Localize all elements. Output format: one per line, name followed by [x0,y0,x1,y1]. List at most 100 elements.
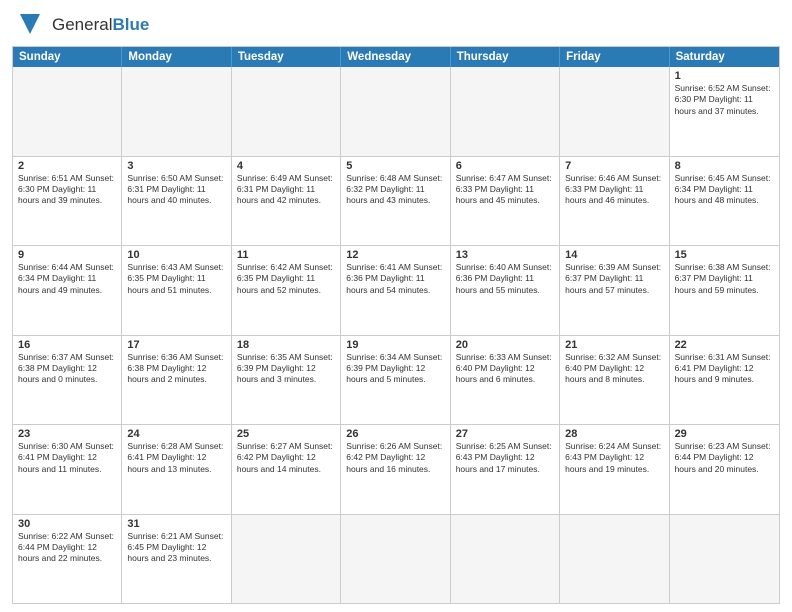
header: GeneralBlue [12,10,780,40]
day-number: 7 [565,160,663,172]
day-info: Sunrise: 6:38 AM Sunset: 6:37 PM Dayligh… [675,262,774,296]
day-number: 27 [456,428,554,440]
week-row-0: 1Sunrise: 6:52 AM Sunset: 6:30 PM Daylig… [13,67,779,157]
day-info: Sunrise: 6:52 AM Sunset: 6:30 PM Dayligh… [675,83,774,117]
day-info: Sunrise: 6:28 AM Sunset: 6:41 PM Dayligh… [127,441,225,475]
cal-cell: 19Sunrise: 6:34 AM Sunset: 6:39 PM Dayli… [341,336,450,425]
header-day-saturday: Saturday [670,47,779,67]
day-info: Sunrise: 6:24 AM Sunset: 6:43 PM Dayligh… [565,441,663,475]
day-number: 29 [675,428,774,440]
cal-cell: 24Sunrise: 6:28 AM Sunset: 6:41 PM Dayli… [122,425,231,514]
day-number: 3 [127,160,225,172]
day-number: 25 [237,428,335,440]
cal-cell: 29Sunrise: 6:23 AM Sunset: 6:44 PM Dayli… [670,425,779,514]
cal-cell [670,515,779,604]
day-info: Sunrise: 6:21 AM Sunset: 6:45 PM Dayligh… [127,531,225,565]
cal-cell [341,67,450,156]
header-day-monday: Monday [122,47,231,67]
day-number: 24 [127,428,225,440]
cal-cell [560,515,669,604]
cal-cell: 22Sunrise: 6:31 AM Sunset: 6:41 PM Dayli… [670,336,779,425]
day-number: 14 [565,249,663,261]
day-number: 20 [456,339,554,351]
day-number: 16 [18,339,116,351]
cal-cell: 17Sunrise: 6:36 AM Sunset: 6:38 PM Dayli… [122,336,231,425]
cal-cell: 6Sunrise: 6:47 AM Sunset: 6:33 PM Daylig… [451,157,560,246]
day-number: 21 [565,339,663,351]
day-info: Sunrise: 6:40 AM Sunset: 6:36 PM Dayligh… [456,262,554,296]
day-info: Sunrise: 6:51 AM Sunset: 6:30 PM Dayligh… [18,173,116,207]
day-info: Sunrise: 6:34 AM Sunset: 6:39 PM Dayligh… [346,352,444,386]
cal-cell: 28Sunrise: 6:24 AM Sunset: 6:43 PM Dayli… [560,425,669,514]
day-number: 10 [127,249,225,261]
logo: GeneralBlue [12,10,149,40]
cal-cell: 10Sunrise: 6:43 AM Sunset: 6:35 PM Dayli… [122,246,231,335]
day-info: Sunrise: 6:47 AM Sunset: 6:33 PM Dayligh… [456,173,554,207]
day-number: 8 [675,160,774,172]
day-number: 4 [237,160,335,172]
cal-cell [232,515,341,604]
cal-cell: 7Sunrise: 6:46 AM Sunset: 6:33 PM Daylig… [560,157,669,246]
cal-cell [341,515,450,604]
day-number: 31 [127,518,225,530]
day-number: 22 [675,339,774,351]
cal-cell: 21Sunrise: 6:32 AM Sunset: 6:40 PM Dayli… [560,336,669,425]
day-number: 15 [675,249,774,261]
header-day-wednesday: Wednesday [341,47,450,67]
cal-cell: 23Sunrise: 6:30 AM Sunset: 6:41 PM Dayli… [13,425,122,514]
day-info: Sunrise: 6:37 AM Sunset: 6:38 PM Dayligh… [18,352,116,386]
day-info: Sunrise: 6:27 AM Sunset: 6:42 PM Dayligh… [237,441,335,475]
cal-cell: 15Sunrise: 6:38 AM Sunset: 6:37 PM Dayli… [670,246,779,335]
cal-cell: 20Sunrise: 6:33 AM Sunset: 6:40 PM Dayli… [451,336,560,425]
header-day-thursday: Thursday [451,47,560,67]
week-row-1: 2Sunrise: 6:51 AM Sunset: 6:30 PM Daylig… [13,157,779,247]
day-number: 5 [346,160,444,172]
week-row-5: 30Sunrise: 6:22 AM Sunset: 6:44 PM Dayli… [13,515,779,604]
week-row-2: 9Sunrise: 6:44 AM Sunset: 6:34 PM Daylig… [13,246,779,336]
day-info: Sunrise: 6:23 AM Sunset: 6:44 PM Dayligh… [675,441,774,475]
day-info: Sunrise: 6:42 AM Sunset: 6:35 PM Dayligh… [237,262,335,296]
header-day-friday: Friday [560,47,669,67]
cal-cell: 31Sunrise: 6:21 AM Sunset: 6:45 PM Dayli… [122,515,231,604]
cal-cell [451,515,560,604]
day-info: Sunrise: 6:48 AM Sunset: 6:32 PM Dayligh… [346,173,444,207]
header-day-sunday: Sunday [13,47,122,67]
day-info: Sunrise: 6:49 AM Sunset: 6:31 PM Dayligh… [237,173,335,207]
day-info: Sunrise: 6:33 AM Sunset: 6:40 PM Dayligh… [456,352,554,386]
day-number: 30 [18,518,116,530]
day-info: Sunrise: 6:30 AM Sunset: 6:41 PM Dayligh… [18,441,116,475]
calendar-header: SundayMondayTuesdayWednesdayThursdayFrid… [13,47,779,67]
cal-cell: 2Sunrise: 6:51 AM Sunset: 6:30 PM Daylig… [13,157,122,246]
cal-cell: 11Sunrise: 6:42 AM Sunset: 6:35 PM Dayli… [232,246,341,335]
day-info: Sunrise: 6:35 AM Sunset: 6:39 PM Dayligh… [237,352,335,386]
day-number: 6 [456,160,554,172]
day-info: Sunrise: 6:26 AM Sunset: 6:42 PM Dayligh… [346,441,444,475]
cal-cell [560,67,669,156]
cal-cell: 9Sunrise: 6:44 AM Sunset: 6:34 PM Daylig… [13,246,122,335]
cal-cell: 30Sunrise: 6:22 AM Sunset: 6:44 PM Dayli… [13,515,122,604]
day-number: 26 [346,428,444,440]
day-info: Sunrise: 6:32 AM Sunset: 6:40 PM Dayligh… [565,352,663,386]
cal-cell: 14Sunrise: 6:39 AM Sunset: 6:37 PM Dayli… [560,246,669,335]
cal-cell: 8Sunrise: 6:45 AM Sunset: 6:34 PM Daylig… [670,157,779,246]
header-day-tuesday: Tuesday [232,47,341,67]
cal-cell: 3Sunrise: 6:50 AM Sunset: 6:31 PM Daylig… [122,157,231,246]
cal-cell: 5Sunrise: 6:48 AM Sunset: 6:32 PM Daylig… [341,157,450,246]
calendar: SundayMondayTuesdayWednesdayThursdayFrid… [12,46,780,604]
cal-cell: 12Sunrise: 6:41 AM Sunset: 6:36 PM Dayli… [341,246,450,335]
cal-cell: 26Sunrise: 6:26 AM Sunset: 6:42 PM Dayli… [341,425,450,514]
page: GeneralBlue SundayMondayTuesdayWednesday… [0,0,792,612]
day-number: 9 [18,249,116,261]
cal-cell: 25Sunrise: 6:27 AM Sunset: 6:42 PM Dayli… [232,425,341,514]
cal-cell [232,67,341,156]
cal-cell: 27Sunrise: 6:25 AM Sunset: 6:43 PM Dayli… [451,425,560,514]
day-info: Sunrise: 6:50 AM Sunset: 6:31 PM Dayligh… [127,173,225,207]
day-info: Sunrise: 6:41 AM Sunset: 6:36 PM Dayligh… [346,262,444,296]
cal-cell [451,67,560,156]
cal-cell [13,67,122,156]
day-number: 13 [456,249,554,261]
day-number: 28 [565,428,663,440]
day-info: Sunrise: 6:44 AM Sunset: 6:34 PM Dayligh… [18,262,116,296]
day-number: 18 [237,339,335,351]
day-number: 1 [675,70,774,82]
